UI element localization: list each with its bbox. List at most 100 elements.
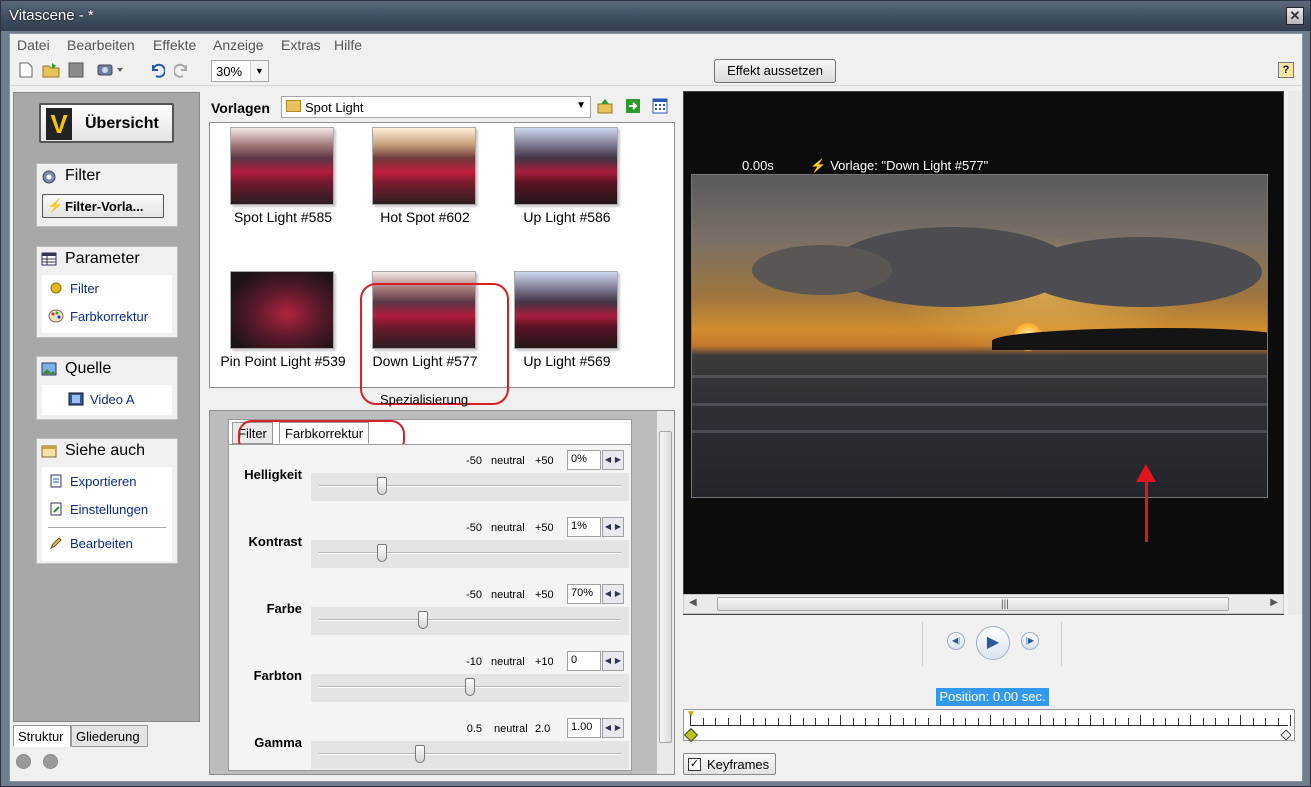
keyframes-toggle[interactable]: ✓ Keyframes [683,753,776,775]
timeline-baseline [690,725,1288,726]
keyframe-diamond-icon[interactable] [683,727,699,743]
menu-anzeige[interactable]: Anzeige [213,37,264,53]
picture-icon [41,362,57,378]
timeline-tick [1252,718,1254,726]
save-icon[interactable] [67,62,85,80]
slider-value-input[interactable]: 1% [567,517,601,537]
slider-spinner[interactable]: ◀ ▶ [602,651,624,671]
undo-icon[interactable] [148,62,166,80]
menu-extras[interactable]: Extras [281,37,321,53]
keyframe-diamond-end-icon[interactable] [1280,729,1292,741]
grid-view-icon[interactable] [652,98,668,114]
slider-value-input[interactable]: 1.00 [567,718,601,738]
slider-track[interactable] [311,674,629,702]
slider-spinner[interactable]: ◀ ▶ [602,517,624,537]
open-folder-icon[interactable] [42,62,60,80]
siehe-auch-list: Exportieren Einstellungen Bearbeiten [42,467,172,561]
play-icon[interactable]: ▶ [976,626,1010,660]
horizontal-scrollbar[interactable]: ◀ ||| ▶ [683,594,1284,614]
slider-row-farbton: Farbton -10 neutral +10 0 ◀ ▶ [229,646,631,712]
timeline-tick [752,718,754,726]
render-dropdown-icon[interactable] [97,62,125,80]
slider-value-input[interactable]: 0 [567,651,601,671]
filter-vorlagen-label: Filter-Vorla... [65,199,144,214]
scroll-right-icon[interactable]: ▶ [1270,597,1278,608]
new-file-icon[interactable] [17,62,35,80]
vorlage-thumbnail[interactable]: Hot Spot #602 [355,125,495,265]
vorlage-thumbnail[interactable]: Spot Light #585 [213,125,353,265]
close-button[interactable]: ✕ [1286,7,1304,25]
application-window: Vitascene - * ✕ Datei Bearbeiten Effekte… [0,0,1311,787]
vorlagen-folder-select[interactable]: Spot Light ▼ [281,96,591,118]
slider-spinner[interactable]: ◀ ▶ [602,718,624,738]
timeline-tick [1177,718,1179,726]
timeline-tick [765,718,766,726]
vorlage-thumbnail[interactable]: Pin Point Light #539 [213,269,353,409]
slider-track[interactable] [311,607,629,635]
zoom-select[interactable]: 30% ▼ [211,60,269,82]
slider-track[interactable] [311,741,629,769]
client-area: Datei Bearbeiten Effekte Anzeige Extras … [9,33,1303,782]
vorlage-thumbnail[interactable]: Up Light #569 [497,269,637,409]
timeline-tick [1027,718,1029,726]
filter-vorlagen-button[interactable]: ⚡ Filter-Vorla... [42,194,164,218]
step-forward-icon[interactable]: |▶ [1021,632,1039,650]
help-icon[interactable]: ? [1278,62,1294,78]
window-title: Vitascene - * [9,7,94,24]
position-readout: Position: 0.00 sec. [936,688,1049,706]
timeline-tick [915,718,916,726]
slider-rail [319,552,621,554]
folder-up-icon[interactable] [597,98,613,114]
timeline-tick [1002,718,1004,726]
slider-track[interactable] [311,540,629,568]
uebersicht-button[interactable]: V Übersicht [39,103,174,143]
effekt-aussetzen-button[interactable]: Effekt aussetzen [714,59,836,83]
keyframe-timeline[interactable]: ▼ [683,709,1295,743]
redo-icon[interactable] [173,62,191,80]
cloud [1022,237,1262,307]
apply-arrow-icon[interactable] [625,98,641,114]
menu-datei[interactable]: Datei [17,37,50,53]
slider-spinner[interactable]: ◀ ▶ [602,584,624,604]
siehe-auch-item-label: Exportieren [70,474,137,489]
scrollbar-thumb[interactable]: ||| [717,597,1229,611]
quelle-section-title: Quelle [65,360,112,377]
slider-mid: neutral [491,589,525,601]
scrollbar-thumb[interactable] [659,431,672,743]
keyframes-checkbox[interactable]: ✓ [688,758,701,771]
slider-value-input[interactable]: 0% [567,450,601,470]
menu-hilfe[interactable]: Hilfe [334,37,362,53]
timeline-tick [952,718,954,726]
timeline-tick [1115,718,1116,726]
slider-knob[interactable] [465,678,475,696]
timeline-tick [1102,718,1104,726]
slider-knob[interactable] [418,611,429,629]
timeline-tick [890,715,891,726]
slider-knob[interactable] [415,745,426,763]
scroll-left-icon[interactable]: ◀ [689,597,697,608]
slider-spinner[interactable]: ◀ ▶ [602,450,624,470]
right-vertical-scrollbar[interactable] [1288,91,1302,615]
vorlage-caption: Pin Point Light #539 [220,353,346,369]
step-back-icon[interactable]: ◀| [947,632,965,650]
tab-gliederung[interactable]: Gliederung [71,725,148,747]
vorlage-caption: Up Light #569 [523,353,611,369]
table-icon [41,252,57,268]
menu-effekte[interactable]: Effekte [153,37,196,53]
slider-knob[interactable] [377,477,388,495]
vertical-scrollbar[interactable] [657,411,674,774]
vorlage-image [372,127,476,205]
chevron-down-icon[interactable]: ▼ [576,100,586,111]
chevron-down-icon[interactable]: ▼ [250,61,268,81]
lightning-icon: ⚡ [47,198,64,213]
grip-icon: ||| [1001,599,1009,610]
menu-bearbeiten[interactable]: Bearbeiten [67,37,135,53]
slider-min: -50 [466,455,482,467]
slider-row-kontrast: Kontrast -50 neutral +50 1% ◀ ▶ [229,512,631,578]
slider-knob[interactable] [377,544,388,562]
title-bar: Vitascene - * ✕ [1,1,1310,31]
tab-struktur[interactable]: Struktur [13,725,71,747]
slider-value-input[interactable]: 70% [567,584,601,604]
slider-track[interactable] [311,473,629,501]
vorlage-thumbnail[interactable]: Up Light #586 [497,125,637,265]
